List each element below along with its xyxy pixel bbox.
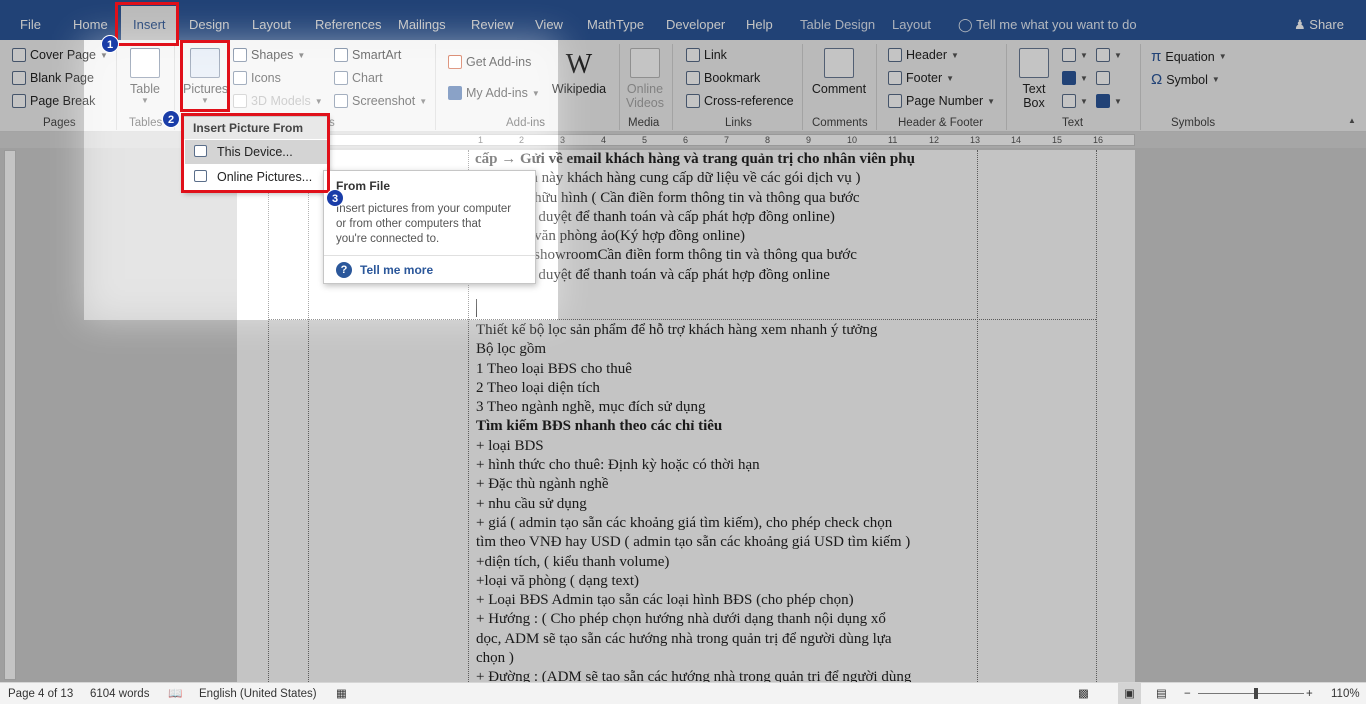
highlight-pictures-button — [180, 40, 230, 112]
tooltip-line: you're connected to. — [336, 233, 440, 245]
dim-overlay — [558, 40, 1366, 682]
tooltip-line: or from other computers that — [336, 218, 482, 230]
proofing-icon[interactable]: 📖 — [168, 683, 182, 704]
highlight-picture-menu — [181, 113, 330, 193]
dim-overlay — [0, 0, 1366, 40]
word-count[interactable]: 6104 words — [90, 683, 149, 704]
print-layout-icon[interactable]: ▣ — [1118, 683, 1141, 704]
tell-me-more-link[interactable]: ? Tell me more — [336, 262, 433, 278]
page-count[interactable]: Page 4 of 13 — [8, 683, 73, 704]
step-badge: 3 — [326, 189, 344, 207]
zoom-slider-thumb[interactable] — [1254, 688, 1258, 699]
status-bar: Page 4 of 13 6104 words 📖 English (Unite… — [0, 682, 1366, 704]
tell-me-more-label: Tell me more — [360, 263, 434, 277]
tooltip-divider — [324, 255, 535, 256]
help-icon: ? — [336, 262, 352, 278]
zoom-in-button[interactable]: + — [1306, 683, 1313, 704]
highlight-insert-tab — [115, 2, 179, 46]
tooltip-line: Insert pictures from your computer — [336, 203, 512, 215]
zoom-level[interactable]: 110% — [1331, 683, 1360, 704]
tooltip-title: From File — [336, 179, 391, 193]
web-layout-icon[interactable]: ▤ — [1156, 683, 1167, 704]
dim-overlay — [0, 40, 84, 682]
zoom-slider[interactable] — [1198, 693, 1304, 694]
zoom-out-button[interactable]: − — [1184, 683, 1191, 704]
dim-overlay — [84, 320, 558, 682]
step-badge: 1 — [101, 35, 119, 53]
language-indicator[interactable]: English (United States) — [199, 683, 317, 704]
tooltip-description: Insert pictures from your computer or fr… — [336, 202, 523, 247]
step-badge: 2 — [162, 110, 180, 128]
macro-icon[interactable]: ▦ — [336, 683, 347, 704]
read-mode-icon[interactable]: ▩ — [1078, 683, 1089, 704]
from-file-tooltip: From File Insert pictures from your comp… — [323, 170, 536, 284]
